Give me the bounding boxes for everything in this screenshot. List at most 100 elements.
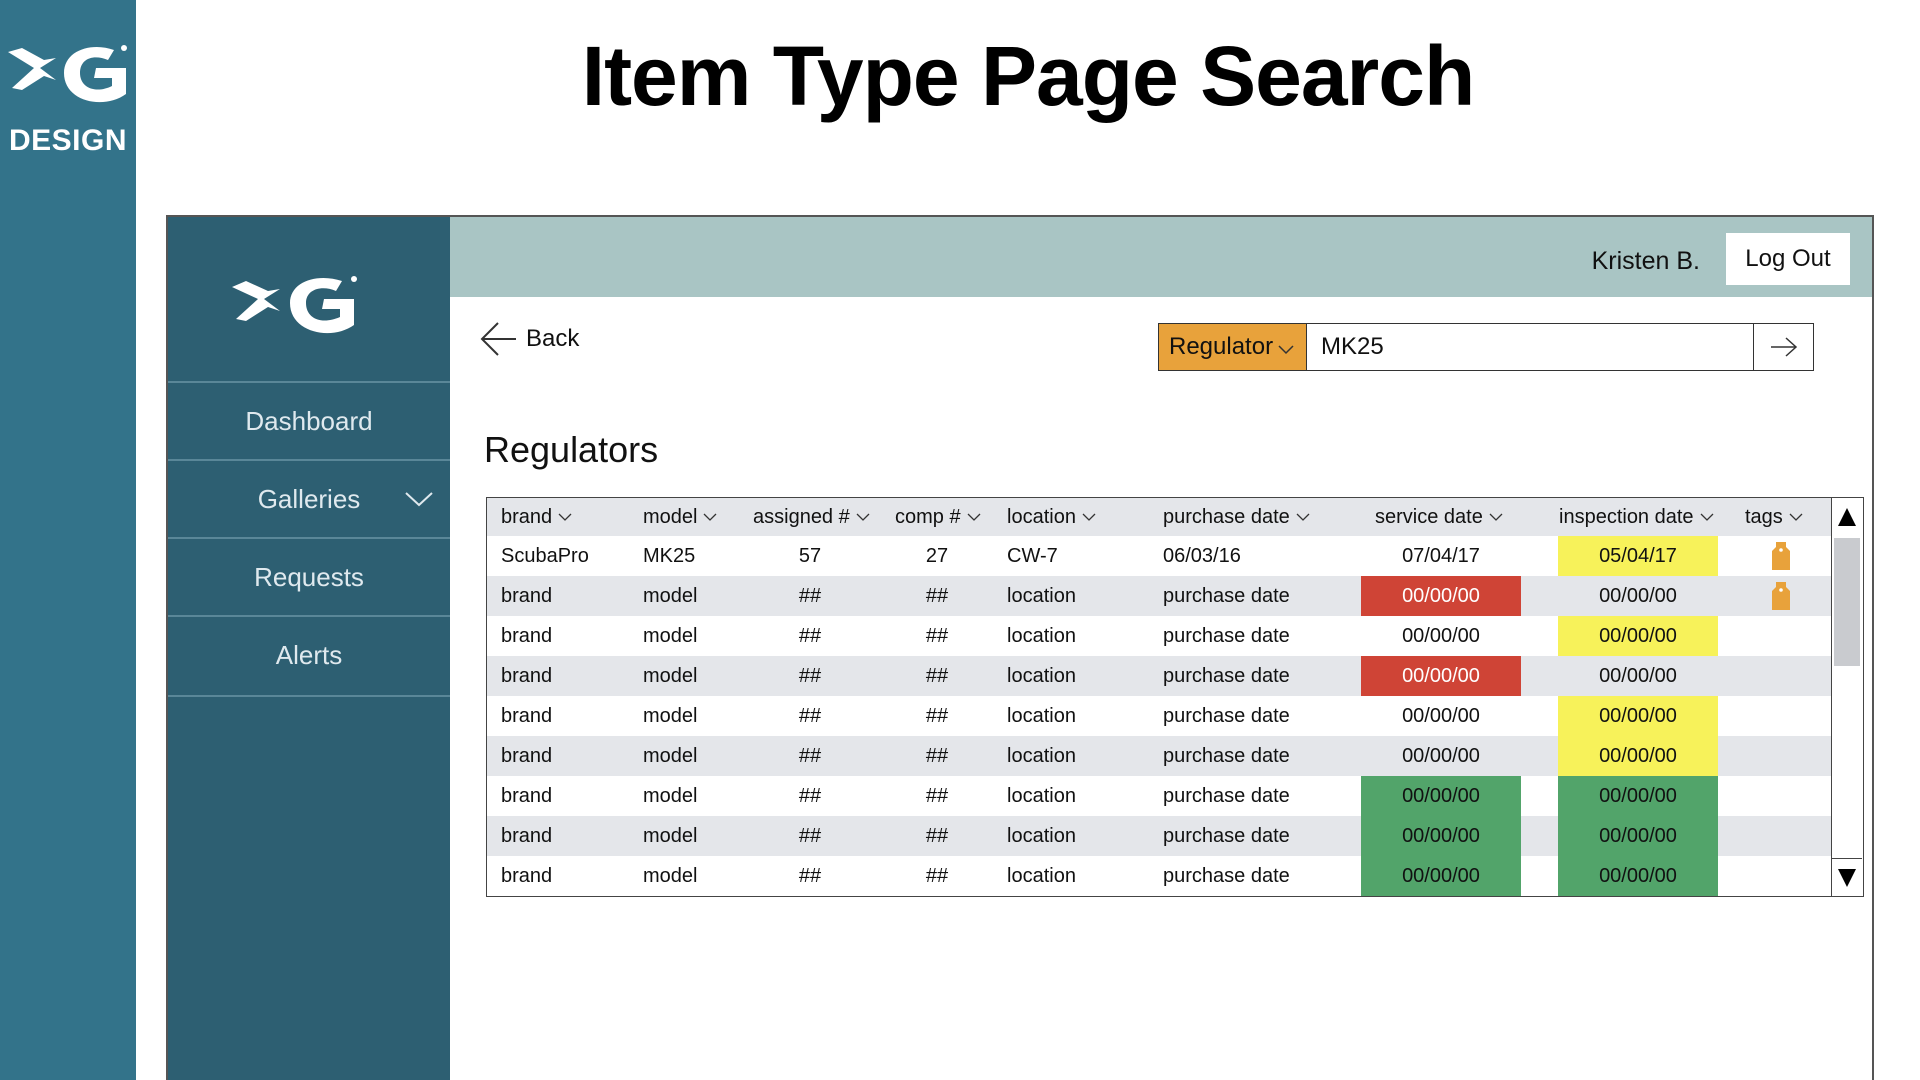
cell-location: location — [993, 576, 1149, 616]
search-submit-button[interactable] — [1753, 324, 1813, 370]
scroll-down-button[interactable] — [1832, 858, 1862, 896]
cell-comp-number: ## — [881, 856, 993, 896]
table-row[interactable]: brand model ## ## location purchase date 00/00… — [487, 856, 1831, 896]
column-header[interactable]: model — [629, 498, 739, 536]
triangle-up-icon — [1838, 508, 1856, 526]
app-window: Dashboard Galleries Requests Alerts Kris… — [166, 215, 1874, 1080]
table-row[interactable]: brand model ## ## location purchase date 00/00… — [487, 776, 1831, 816]
cell-service-date: 00/00/00 — [1361, 656, 1545, 696]
brand-strip: DESIGN — [0, 0, 136, 1080]
fish-g-logo-icon[interactable] — [228, 267, 368, 337]
table-row[interactable]: brand model ## ## location purchase date 00/00… — [487, 616, 1831, 656]
data-table: brand model assigned # comp # location purcha… — [487, 498, 1831, 896]
fish-g-logo-icon — [8, 45, 127, 103]
sidebar-item-dashboard[interactable]: Dashboard — [168, 381, 450, 459]
table-scrollbar[interactable] — [1831, 498, 1863, 896]
cell-service-date: 00/00/00 — [1361, 616, 1545, 656]
cell-service-date: 00/00/00 — [1361, 576, 1545, 616]
status-badge: 00/00/00 — [1402, 745, 1480, 767]
cell-brand: brand — [487, 856, 629, 896]
table-row[interactable]: ScubaPro MK25 57 27 CW-7 06/03/16 07/04/17 05/0… — [487, 536, 1831, 576]
cell-purchase-date: purchase date — [1149, 576, 1361, 616]
cell-brand: brand — [487, 696, 629, 736]
status-badge: 00/00/00 — [1599, 585, 1677, 607]
cell-brand: brand — [487, 656, 629, 696]
slide-title: Item Type Page Search — [581, 29, 1476, 123]
cell-assigned-number: ## — [739, 856, 881, 896]
scroll-thumb[interactable] — [1834, 538, 1860, 666]
cell-assigned-number: ## — [739, 576, 881, 616]
cell-purchase-date: purchase date — [1149, 736, 1361, 776]
category-select[interactable]: Regulator — [1159, 324, 1307, 370]
cell-model: model — [629, 656, 739, 696]
cell-inspection-date: 00/00/00 — [1545, 856, 1731, 896]
cell-service-date: 07/04/17 — [1361, 536, 1545, 576]
regulators-table: brand model assigned # comp # location purcha… — [486, 497, 1864, 897]
back-button[interactable]: Back — [478, 319, 579, 359]
status-badge: 00/00/00 — [1558, 776, 1718, 816]
cell-tags — [1731, 696, 1831, 736]
column-header[interactable]: purchase date — [1149, 498, 1361, 536]
sidebar-item-label: Galleries — [257, 483, 361, 514]
column-header[interactable]: service date — [1361, 498, 1545, 536]
arrow-left-icon — [480, 322, 516, 356]
tag-icon[interactable] — [1770, 540, 1792, 572]
search-bar: Regulator — [1158, 323, 1814, 371]
logout-button[interactable]: Log Out — [1726, 233, 1850, 285]
table-row[interactable]: brand model ## ## location purchase date 00/00… — [487, 696, 1831, 736]
column-header-label: model — [643, 505, 698, 528]
cell-brand: ScubaPro — [487, 536, 629, 576]
triangle-down-icon — [1838, 868, 1856, 887]
nav-divider — [168, 695, 450, 697]
chevron-down-icon — [1278, 345, 1294, 355]
cell-inspection-date: 00/00/00 — [1545, 816, 1731, 856]
cell-service-date: 00/00/00 — [1361, 696, 1545, 736]
status-badge: 00/00/00 — [1558, 816, 1718, 856]
cell-tags — [1731, 616, 1831, 656]
table-row[interactable]: brand model ## ## location purchase date 00/00… — [487, 576, 1831, 616]
sidebar-item-label: Dashboard — [245, 405, 373, 436]
cell-purchase-date: purchase date — [1149, 656, 1361, 696]
status-badge: 00/00/00 — [1402, 625, 1480, 647]
cell-inspection-date: 00/00/00 — [1545, 576, 1731, 616]
cell-purchase-date: purchase date — [1149, 816, 1361, 856]
cell-brand: brand — [487, 576, 629, 616]
table-row[interactable]: brand model ## ## location purchase date 00/00… — [487, 656, 1831, 696]
cell-location: location — [993, 656, 1149, 696]
cell-comp-number: ## — [881, 816, 993, 856]
table-row[interactable]: brand model ## ## location purchase date 00/00… — [487, 816, 1831, 856]
cell-location: location — [993, 856, 1149, 896]
column-header[interactable]: tags — [1731, 498, 1831, 536]
status-badge: 00/00/00 — [1361, 776, 1521, 816]
table-row[interactable]: brand model ## ## location purchase date 00/00… — [487, 736, 1831, 776]
scroll-up-button[interactable] — [1832, 498, 1862, 536]
sidebar-item-alerts[interactable]: Alerts — [168, 615, 450, 693]
status-badge: 00/00/00 — [1361, 656, 1521, 696]
cell-brand: brand — [487, 736, 629, 776]
cell-assigned-number: ## — [739, 656, 881, 696]
cell-assigned-number: ## — [739, 696, 881, 736]
column-header[interactable]: assigned # — [739, 498, 881, 536]
cell-assigned-number: ## — [739, 816, 881, 856]
sidebar-item-galleries[interactable]: Galleries — [168, 459, 450, 537]
column-header[interactable]: inspection date — [1545, 498, 1731, 536]
cell-location: CW-7 — [993, 536, 1149, 576]
column-header[interactable]: comp # — [881, 498, 993, 536]
cell-tags — [1731, 736, 1831, 776]
cell-tags — [1731, 656, 1831, 696]
cell-brand: brand — [487, 616, 629, 656]
column-header[interactable]: brand — [487, 498, 629, 536]
column-header[interactable]: location — [993, 498, 1149, 536]
cell-service-date: 00/00/00 — [1361, 776, 1545, 816]
status-badge: 00/00/00 — [1361, 816, 1521, 856]
cell-tags — [1731, 856, 1831, 896]
cell-model: model — [629, 856, 739, 896]
tag-icon[interactable] — [1770, 580, 1792, 612]
status-badge: 00/00/00 — [1361, 576, 1521, 616]
search-input[interactable] — [1307, 324, 1753, 370]
cell-model: model — [629, 576, 739, 616]
cell-model: model — [629, 816, 739, 856]
sidebar-item-requests[interactable]: Requests — [168, 537, 450, 615]
cell-tags — [1731, 536, 1831, 576]
sidebar: Dashboard Galleries Requests Alerts — [168, 217, 450, 1080]
